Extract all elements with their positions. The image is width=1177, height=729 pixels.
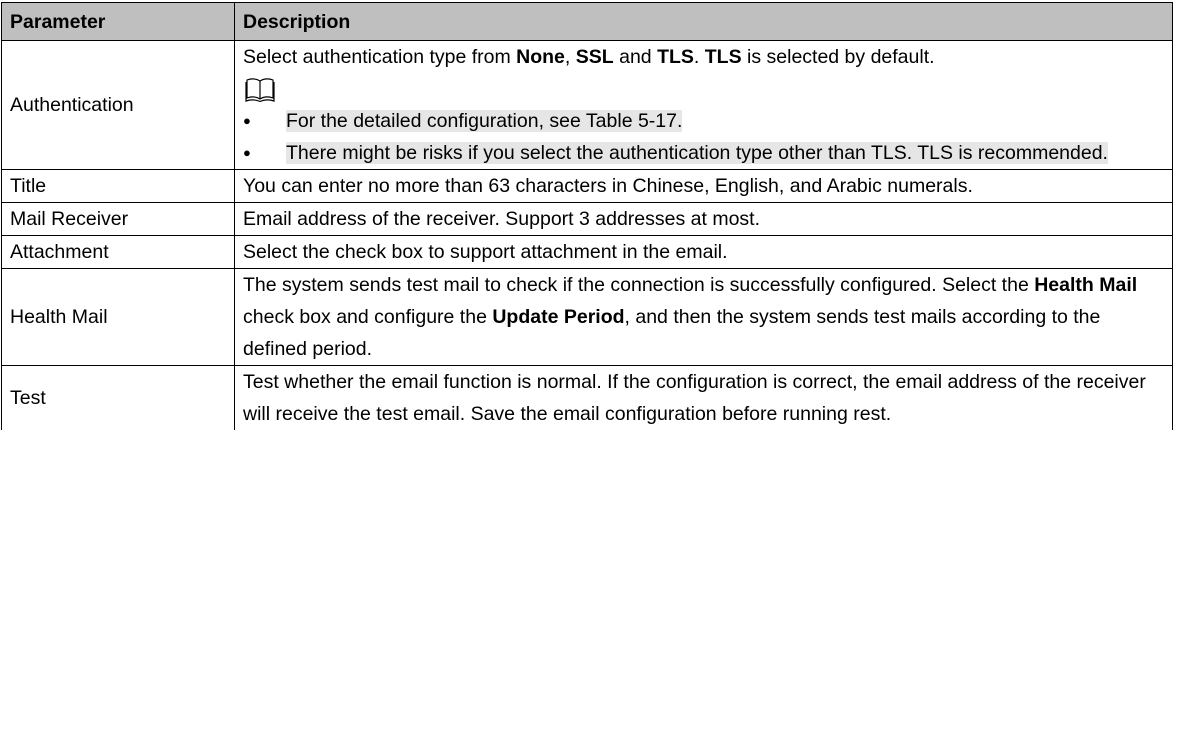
param-mail-receiver: Mail Receiver — [1, 202, 235, 236]
text-segment: and — [613, 46, 658, 68]
desc-authentication: Select authentication type from None, SS… — [234, 40, 1173, 170]
param-test: Test — [1, 365, 235, 430]
list-item: There might be risks if you select the a… — [243, 137, 1164, 169]
text-segment: The system sends test mail to check if t… — [243, 274, 1035, 296]
text-segment: . — [693, 46, 705, 68]
table-row-title: Title You can enter no more than 63 char… — [1, 169, 1173, 203]
text-segment: , — [564, 46, 576, 68]
option-tls-default: TLS — [704, 46, 742, 68]
param-title: Title — [1, 169, 235, 203]
table-row-mail-receiver: Mail Receiver Email address of the recei… — [1, 202, 1173, 236]
table-row-health-mail: Health Mail The system sends test mail t… — [1, 268, 1173, 366]
desc-attachment: Select the check box to support attachme… — [234, 235, 1173, 269]
note-text: For the detailed configuration, see Tabl… — [286, 110, 683, 132]
option-tls: TLS — [657, 46, 694, 68]
desc-test: Test whether the email function is norma… — [234, 365, 1173, 430]
option-none: None — [516, 46, 565, 68]
header-description: Description — [234, 2, 1173, 41]
table-row-attachment: Attachment Select the check box to suppo… — [1, 235, 1173, 269]
list-item: For the detailed configuration, see Tabl… — [243, 105, 1164, 137]
note-text: There might be risks if you select the a… — [286, 142, 1108, 164]
header-parameter: Parameter — [1, 2, 235, 41]
desc-health-mail: The system sends test mail to check if t… — [234, 268, 1173, 366]
update-period-label: Update Period — [492, 306, 625, 328]
table-row-test: Test Test whether the email function is … — [1, 365, 1173, 430]
note-list: For the detailed configuration, see Tabl… — [243, 105, 1164, 169]
param-authentication: Authentication — [1, 40, 235, 170]
book-icon — [245, 78, 275, 103]
param-attachment: Attachment — [1, 235, 235, 269]
parameter-table: Parameter Description Authentication Sel… — [1, 2, 1173, 430]
desc-title: You can enter no more than 63 characters… — [234, 169, 1173, 203]
authentication-text: Select authentication type from None, SS… — [243, 41, 1164, 73]
text-segment: Select authentication type from — [243, 46, 517, 68]
table-row-authentication: Authentication Select authentication typ… — [1, 40, 1173, 170]
text-segment: is selected by default. — [741, 46, 935, 68]
param-health-mail: Health Mail — [1, 268, 235, 366]
table-header-row: Parameter Description — [1, 2, 1173, 41]
option-ssl: SSL — [575, 46, 614, 68]
health-mail-label: Health Mail — [1034, 274, 1138, 296]
text-segment: check box and configure the — [243, 306, 493, 328]
desc-mail-receiver: Email address of the receiver. Support 3… — [234, 202, 1173, 236]
